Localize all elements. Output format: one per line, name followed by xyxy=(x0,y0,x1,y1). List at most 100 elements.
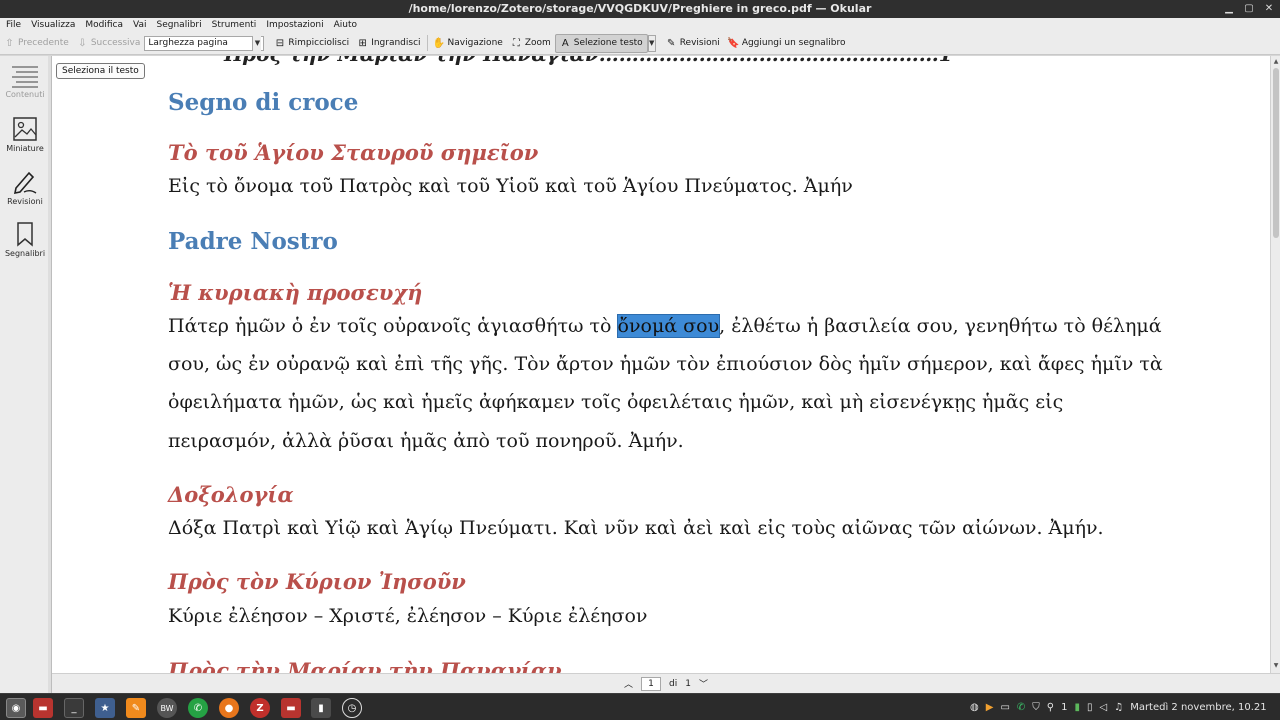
review-button[interactable]: ✎ Revisioni xyxy=(662,34,724,53)
pen-icon xyxy=(13,171,37,195)
subheading-doxology: Δοξολογία xyxy=(168,482,294,507)
text-after-selection: , ἐλθέτω ἡ βασιλεία σου, γενηθήτω τὸ θέλ… xyxy=(719,315,1162,337)
previous-page-button[interactable]: ⇧ Precedente xyxy=(0,34,73,53)
menu-settings[interactable]: Impostazioni xyxy=(266,20,323,30)
menu-icon[interactable]: ◉ xyxy=(6,698,26,718)
pin-icon[interactable]: ★ xyxy=(95,698,115,718)
network-icon[interactable]: ◍ xyxy=(970,702,979,713)
browse-tool-button[interactable]: ✋ Navigazione xyxy=(430,34,507,53)
okular-icon[interactable]: ▮ xyxy=(311,698,331,718)
sidebar-item-contents[interactable]: Contenuti xyxy=(0,64,50,99)
language-flag-icon[interactable]: ▮ xyxy=(1074,702,1080,713)
vlc-icon[interactable]: ▶ xyxy=(986,702,994,713)
subheading-greek-cross: Τὸ τοῦ Ἁγίου Σταυροῦ σημεῖον xyxy=(168,140,539,165)
zoom-tool-button[interactable]: ⛶ Zoom xyxy=(507,34,555,53)
next-page-label: Successiva xyxy=(90,38,141,48)
bookmark-icon xyxy=(17,222,33,247)
tooltip: Seleziona il testo xyxy=(56,63,145,79)
sidebar-item-bookmarks[interactable]: Segnalibri xyxy=(0,221,50,258)
toolbar-separator xyxy=(426,35,428,51)
subheading-lords-prayer: Ἡ κυριακὴ προσευχή xyxy=(168,280,423,305)
folder-icon[interactable]: ▬ xyxy=(281,698,301,718)
files-icon[interactable]: ▬ xyxy=(33,698,53,718)
toc-line-clipped: Πρὸς τὴν Μαρίαν τὴν Παναγίαν………………………………… xyxy=(224,56,953,66)
scrollbar-thumb[interactable] xyxy=(1273,68,1279,238)
music-icon[interactable]: ♫ xyxy=(1114,702,1123,713)
battery-icon[interactable]: ▯ xyxy=(1087,702,1093,713)
menu-tools[interactable]: Strumenti xyxy=(212,20,257,30)
contents-icon xyxy=(12,66,38,88)
subheading-to-jesus: Πρὸς τὸν Κύριον Ἰησοῦν xyxy=(168,569,466,594)
chevron-down-icon: ▼ xyxy=(252,35,262,51)
maximize-icon[interactable]: ▢ xyxy=(1242,2,1256,16)
page-number-input[interactable]: 1 xyxy=(641,676,662,691)
arrow-down-icon: ⇩ xyxy=(78,37,87,49)
next-page-button[interactable]: ⇩ Successiva xyxy=(73,34,145,53)
update-icon[interactable]: ⚲ xyxy=(1047,702,1054,713)
clock-app-icon[interactable]: ◷ xyxy=(342,698,362,718)
text-cursor-icon: A xyxy=(561,37,569,49)
thumbnails-icon xyxy=(13,117,37,141)
subheading-to-mary: Πρὸς τὴν Μαρίαν τὴν Παναγίαν xyxy=(168,658,562,673)
browse-tool-label: Navigazione xyxy=(447,38,503,48)
minimize-icon[interactable]: ▁ xyxy=(1222,2,1236,16)
menu-go[interactable]: Vai xyxy=(133,20,146,30)
scroll-up-icon[interactable]: ▲ xyxy=(1272,58,1280,66)
zotero-icon[interactable]: Z xyxy=(250,698,270,718)
text-select-tool-label: Selezione testo xyxy=(573,38,643,48)
text-line: Δόξα Πατρὶ καὶ Υἱῷ καὶ Ἁγίῳ Πνεύματι. Κα… xyxy=(168,517,1104,539)
zoom-mode-select[interactable]: Larghezza pagina ▼ xyxy=(144,35,265,51)
window-title: /home/lorenzo/Zotero/storage/VVQGDKUV/Pr… xyxy=(408,2,872,15)
menu-help[interactable]: Aiuto xyxy=(334,20,357,30)
whatsapp-tray-icon[interactable]: ✆ xyxy=(1017,702,1025,713)
add-bookmark-label: Aggiungi un segnalibro xyxy=(741,38,846,48)
page-total: 1 xyxy=(685,678,691,689)
sidebar-item-thumbnails[interactable]: Miniature xyxy=(0,116,50,153)
zoom-in-label: Ingrandisci xyxy=(371,38,421,48)
window-controls: ▁ ▢ ✕ xyxy=(1222,2,1276,16)
close-icon[interactable]: ✕ xyxy=(1262,2,1276,16)
title-bar: /home/lorenzo/Zotero/storage/VVQGDKUV/Pr… xyxy=(0,0,1280,18)
terminal-icon[interactable]: _ xyxy=(64,698,84,718)
okular-window: /home/lorenzo/Zotero/storage/VVQGDKUV/Pr… xyxy=(0,0,1280,720)
page-of-label: di xyxy=(669,678,678,689)
sidebar-item-label: Segnalibri xyxy=(4,249,46,258)
document-view[interactable]: Πρὸς τὴν Μαρίαν τὴν Παναγίαν………………………………… xyxy=(52,56,1270,673)
heading-segno-di-croce: Segno di croce xyxy=(168,89,359,116)
text-select-tool-button[interactable]: A Selezione testo xyxy=(554,33,648,53)
sidebar-item-review[interactable]: Revisioni xyxy=(0,169,50,206)
vertical-scrollbar[interactable]: ▲ ▼ xyxy=(1270,56,1280,673)
firefox-icon[interactable]: ● xyxy=(219,698,239,718)
text-line: πειρασμόν, ἀλλὰ ῥῦσαι ἡμᾶς ἀπὸ τοῦ πονηρ… xyxy=(168,430,684,452)
sidebar-item-label: Miniature xyxy=(6,144,44,153)
scroll-down-icon[interactable]: ▼ xyxy=(1272,662,1280,670)
arrow-up-icon: ⇧ xyxy=(5,37,14,49)
zoom-area-icon: ⛶ xyxy=(512,37,520,49)
selection-tools-dropdown-icon[interactable]: ▼ xyxy=(647,34,656,52)
page-up-icon[interactable]: ︿ xyxy=(624,677,633,690)
menu-file[interactable]: File xyxy=(6,20,21,30)
text-line: Πάτερ ἡμῶν ὁ ἐν τοῖς οὐρανοῖς ἁγιασθήτω … xyxy=(168,307,1162,345)
volume-icon[interactable]: ◁ xyxy=(1100,702,1108,713)
display-icon[interactable]: ▭ xyxy=(1000,702,1009,713)
sidebar: Contenuti Miniature Revisioni Segnalibri xyxy=(0,56,50,693)
zoom-out-label: Rimpicciolisci xyxy=(288,38,350,48)
editor-icon[interactable]: ✎ xyxy=(126,698,146,718)
page-navigation-bar: ︿ 1 di 1 ﹀ xyxy=(52,673,1280,693)
page-down-icon[interactable]: ﹀ xyxy=(699,677,708,690)
add-bookmark-button[interactable]: 🔖 Aggiungi un segnalibro xyxy=(724,34,850,53)
bookmark-icon: 🔖 xyxy=(727,37,740,49)
shield-icon[interactable]: ⛉ xyxy=(1032,702,1040,713)
clock[interactable]: Martedì 2 novembre, 10.21 xyxy=(1130,702,1266,713)
zoom-in-button[interactable]: ⊞ Ingrandisci xyxy=(353,34,424,53)
zoom-mode-value: Larghezza pagina xyxy=(148,38,228,48)
bitwarden-icon[interactable]: BW xyxy=(157,698,177,718)
menu-edit[interactable]: Modifica xyxy=(85,20,123,30)
text-selection[interactable]: ὄνομά σου xyxy=(616,314,721,338)
whatsapp-icon[interactable]: ✆ xyxy=(188,698,208,718)
main-toolbar: ⇧ Precedente ⇩ Successiva Larghezza pagi… xyxy=(0,32,1280,55)
menu-bookmarks[interactable]: Segnalibri xyxy=(157,20,202,30)
menu-view[interactable]: Visualizza xyxy=(31,20,75,30)
system-tray: ◍ ▶ ▭ ✆ ⛉ ⚲ 1 ▮ ▯ ◁ ♫ Martedì 2 novembre… xyxy=(970,694,1267,720)
zoom-out-button[interactable]: ⊟ Rimpicciolisci xyxy=(270,34,353,53)
